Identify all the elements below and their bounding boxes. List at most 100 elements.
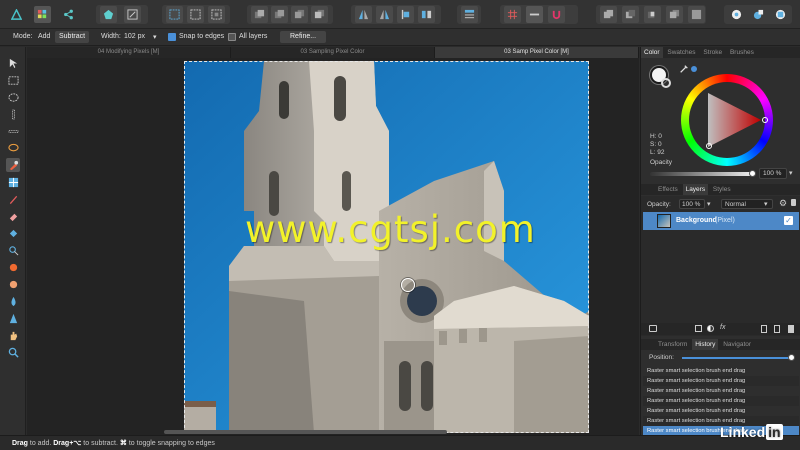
- delete-layer-icon[interactable]: [788, 325, 794, 333]
- status-key: Drag: [12, 440, 28, 447]
- grid-icon[interactable]: [504, 6, 521, 23]
- adjustment-icon[interactable]: [707, 325, 714, 332]
- snapping-icon[interactable]: [461, 6, 478, 23]
- magnet-icon[interactable]: [548, 6, 565, 23]
- eyedropper-icon[interactable]: [679, 64, 689, 74]
- doc-tab[interactable]: 03 Sampling Pixel Color: [231, 47, 435, 58]
- snap-toggle-icon[interactable]: [526, 6, 543, 23]
- horizontal-scrollbar[interactable]: [164, 430, 447, 434]
- layer-row[interactable]: Background (Pixel) ✓: [643, 212, 799, 230]
- stroke-swatch[interactable]: [661, 78, 671, 88]
- snapshot-icon[interactable]: [750, 6, 767, 23]
- mask-icon[interactable]: [695, 325, 702, 332]
- assistant-icon[interactable]: [728, 6, 745, 23]
- chevron-down-icon[interactable]: ▾: [153, 33, 157, 41]
- layers-stack-icon[interactable]: [649, 325, 657, 332]
- tab-swatches[interactable]: Swatches: [664, 47, 698, 58]
- blur-tool-icon[interactable]: [6, 294, 20, 308]
- tab-layers[interactable]: Layers: [682, 184, 709, 195]
- color-panel-tabs: Color Swatches Stroke Brushes: [641, 47, 800, 58]
- context-toolbar: Mode: Add Subtract Width: 102 px ▾ Snap …: [0, 29, 800, 46]
- tab-transform[interactable]: Transform: [655, 339, 690, 350]
- add-icon[interactable]: [600, 6, 617, 23]
- flip-horizontal-icon[interactable]: [355, 6, 372, 23]
- affinity-logo-icon[interactable]: [8, 6, 25, 23]
- column-marquee-tool-icon[interactable]: [6, 107, 20, 121]
- flip-vertical-icon[interactable]: [376, 6, 393, 23]
- erase-brush-tool-icon[interactable]: [6, 209, 20, 223]
- hand-tool-icon[interactable]: [6, 328, 20, 342]
- fx-icon[interactable]: fx: [720, 324, 725, 331]
- rect-marquee-tool-icon[interactable]: [6, 73, 20, 87]
- add-mode-button[interactable]: Add: [38, 33, 50, 40]
- lasso-tool-icon[interactable]: [6, 141, 20, 155]
- refine-button[interactable]: Refine...: [280, 31, 327, 43]
- align-center-icon[interactable]: [418, 6, 435, 23]
- opacity-input[interactable]: 100 %: [759, 168, 787, 179]
- subtract-mode-button[interactable]: Subtract: [55, 31, 90, 43]
- quickmask-icon[interactable]: [124, 6, 141, 23]
- all-layers-checkbox[interactable]: [228, 33, 236, 41]
- arrange-front-icon[interactable]: [311, 6, 328, 23]
- history-item[interactable]: Raster smart selection brush end drag: [643, 406, 799, 416]
- preferences-icon[interactable]: [772, 6, 789, 23]
- chevron-down-icon[interactable]: ▾: [707, 200, 711, 208]
- sharpen-tool-icon[interactable]: [6, 311, 20, 325]
- history-item[interactable]: Raster smart selection brush end drag: [643, 386, 799, 396]
- dodge-tool-icon[interactable]: [6, 243, 20, 257]
- tab-navigator[interactable]: Navigator: [720, 339, 754, 350]
- layers-panel-tabs: Effects Layers Styles: [641, 184, 800, 195]
- deselect-icon[interactable]: [187, 6, 204, 23]
- duplicate-layer-icon[interactable]: [774, 325, 780, 333]
- tab-history[interactable]: History: [692, 339, 719, 350]
- arrange-backward-icon[interactable]: [271, 6, 288, 23]
- arrange-back-icon[interactable]: [251, 6, 268, 23]
- layer-opacity-input[interactable]: 100 %: [679, 199, 705, 209]
- tab-effects[interactable]: Effects: [655, 184, 681, 195]
- subtract-icon[interactable]: [622, 6, 639, 23]
- zoom-tool-icon[interactable]: [6, 345, 20, 359]
- history-slider-handle[interactable]: [788, 354, 795, 361]
- export-persona-icon[interactable]: [60, 6, 77, 23]
- tab-color[interactable]: Color: [641, 47, 663, 58]
- doc-tab-active[interactable]: 03 Samp Pixel Color [M]: [435, 47, 639, 58]
- canvas-area[interactable]: www.cgtsj.com: [27, 58, 639, 435]
- tab-stroke[interactable]: Stroke: [700, 47, 725, 58]
- xor-icon[interactable]: [666, 6, 683, 23]
- history-position-slider[interactable]: [682, 354, 795, 361]
- add-layer-icon[interactable]: [761, 325, 767, 333]
- ellipse-marquee-tool-icon[interactable]: [6, 90, 20, 104]
- history-item[interactable]: Raster smart selection brush end drag: [643, 396, 799, 406]
- opacity-slider[interactable]: [650, 170, 756, 177]
- flood-fill-tool-icon[interactable]: [6, 226, 20, 240]
- intersect-icon[interactable]: [644, 6, 661, 23]
- opacity-slider-handle[interactable]: [749, 170, 756, 177]
- layer-visibility-checkbox[interactable]: ✓: [784, 216, 793, 225]
- selection-brush-tool-icon[interactable]: [6, 158, 20, 172]
- burn-tool-icon[interactable]: [6, 260, 20, 274]
- move-tool-icon[interactable]: [6, 56, 20, 70]
- width-input[interactable]: 102 px: [124, 33, 145, 40]
- tab-styles[interactable]: Styles: [710, 184, 734, 195]
- select-all-icon[interactable]: [166, 6, 183, 23]
- doc-tab[interactable]: 04 Modifying Pixels [M]: [27, 47, 231, 58]
- tab-brushes[interactable]: Brushes: [727, 47, 757, 58]
- view-mode-icon[interactable]: [100, 6, 117, 23]
- row-marquee-tool-icon[interactable]: [6, 124, 20, 138]
- history-item[interactable]: Raster smart selection brush end drag: [643, 376, 799, 386]
- invert-selection-icon[interactable]: [208, 6, 225, 23]
- arrange-forward-icon[interactable]: [291, 6, 308, 23]
- history-item[interactable]: Raster smart selection brush end drag: [643, 366, 799, 376]
- snap-to-edges-checkbox[interactable]: [168, 33, 176, 41]
- paint-brush-tool-icon[interactable]: [6, 192, 20, 206]
- chevron-down-icon[interactable]: ▾: [764, 200, 768, 208]
- divide-icon[interactable]: [688, 6, 705, 23]
- gear-icon[interactable]: ⚙: [779, 198, 787, 209]
- pixel-persona-icon[interactable]: [34, 6, 51, 23]
- smudge-tool-icon[interactable]: [6, 277, 20, 291]
- flood-select-tool-icon[interactable]: [6, 175, 20, 189]
- align-left-icon[interactable]: [397, 6, 414, 23]
- lock-icon[interactable]: [791, 199, 796, 206]
- chevron-down-icon[interactable]: ▾: [789, 169, 793, 177]
- hsl-color-wheel[interactable]: [681, 74, 773, 166]
